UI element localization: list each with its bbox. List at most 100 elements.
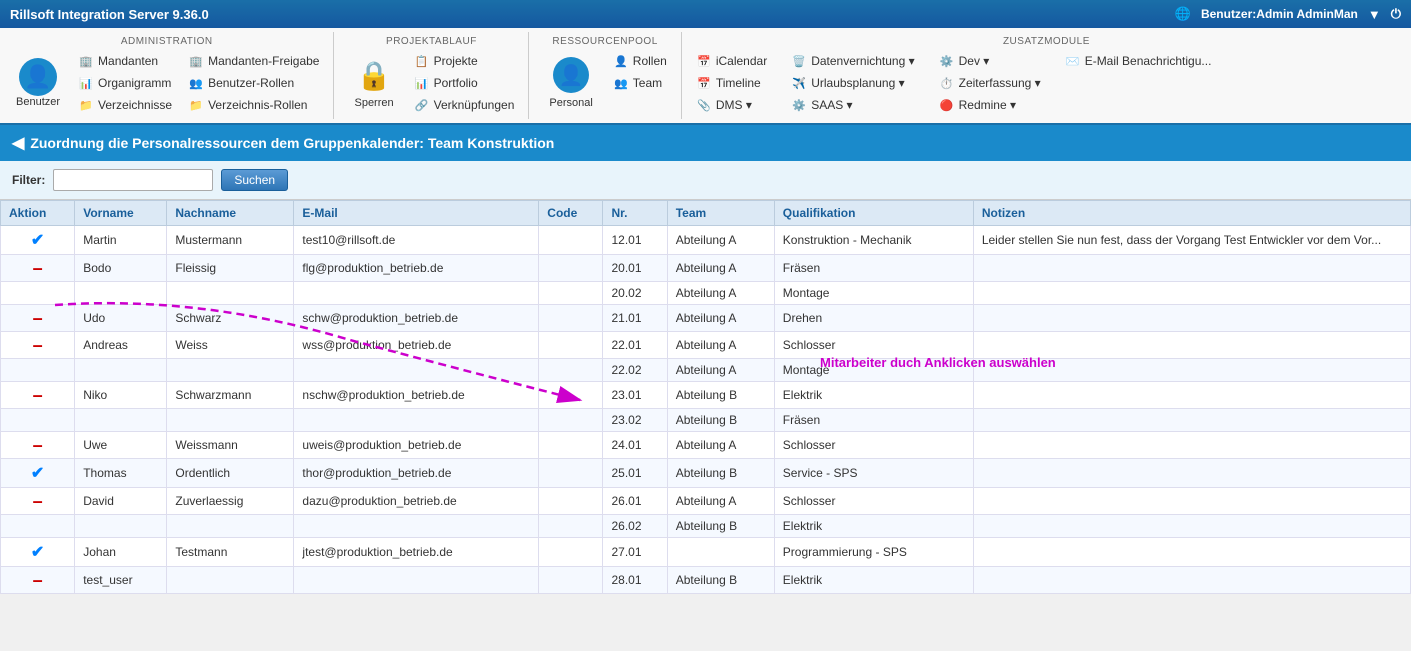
table-row[interactable]: –BodoFleissigflg@produktion_betrieb.de20… (1, 255, 1411, 282)
cell-code (539, 226, 603, 255)
cell-nachname: Testmann (167, 538, 294, 567)
power-button[interactable]: ⏻ (1391, 6, 1401, 22)
cell-nachname: Schwarz (167, 305, 294, 332)
table-row[interactable]: ✔JohanTestmannjtest@produktion_betrieb.d… (1, 538, 1411, 567)
mandanten-button[interactable]: 🏢 Mandanten (74, 51, 176, 71)
personal-button[interactable]: 👤 Personal (539, 51, 602, 115)
back-icon[interactable]: ◀ (12, 133, 24, 153)
table-row[interactable]: ✔MartinMustermanntest10@rillsoft.de12.01… (1, 226, 1411, 255)
cell-nr: 27.01 (603, 538, 667, 567)
table-row[interactable]: 26.02Abteilung BElektrik (1, 515, 1411, 538)
filter-input[interactable] (53, 169, 213, 191)
cell-aktion[interactable]: – (1, 305, 75, 332)
saas-button[interactable]: ⚙️ SAAS ▾ (787, 95, 918, 115)
benutzer-rollen-button[interactable]: 👥 Benutzer-Rollen (184, 73, 323, 93)
data-table: Aktion Vorname Nachname E-Mail Code Nr. … (0, 200, 1411, 594)
table-row[interactable]: –UweWeissmannuweis@produktion_betrieb.de… (1, 432, 1411, 459)
cell-nachname: Zuverlaessig (167, 488, 294, 515)
cell-nachname: Schwarzmann (167, 382, 294, 409)
dev-button[interactable]: ⚙️ Dev ▾ (935, 51, 1045, 71)
cell-nr: 25.01 (603, 459, 667, 488)
cell-aktion[interactable]: ✔ (1, 459, 75, 488)
table-row[interactable]: –AndreasWeisswss@produktion_betrieb.de22… (1, 332, 1411, 359)
cell-notizen (973, 567, 1410, 594)
verzeichnis-rollen-icon: 📁 (188, 97, 204, 113)
cell-aktion[interactable]: – (1, 332, 75, 359)
organigramm-icon: 📊 (78, 75, 94, 91)
verknuepfungen-label: Verknüpfungen (434, 98, 515, 112)
minus-icon: – (33, 258, 43, 278)
top-bar-right: 🌐 Benutzer:Admin AdminMan ▼ ⏻ (1175, 6, 1401, 22)
col-qualifikation: Qualifikation (774, 201, 973, 226)
verzeichnis-rollen-button[interactable]: 📁 Verzeichnis-Rollen (184, 95, 323, 115)
mandanten-label: Mandanten (98, 54, 158, 68)
organigramm-button[interactable]: 📊 Organigramm (74, 73, 176, 93)
cell-nr: 22.02 (603, 359, 667, 382)
cell-notizen (973, 515, 1410, 538)
projektablauf-section: PROJEKTABLAUF 🔒 Sperren 📋 Projekte 📊 Por… (334, 32, 529, 119)
projekte-button[interactable]: 📋 Projekte (410, 51, 519, 71)
table-row[interactable]: –DavidZuverlaessigdazu@produktion_betrie… (1, 488, 1411, 515)
mandanten-freigabe-button[interactable]: 🏢 Mandanten-Freigabe (184, 51, 323, 71)
verknuepfungen-button[interactable]: 🔗 Verknüpfungen (410, 95, 519, 115)
cell-nr: 21.01 (603, 305, 667, 332)
cell-aktion[interactable]: – (1, 432, 75, 459)
icalendar-button[interactable]: 📅 iCalendar (692, 51, 771, 71)
cell-aktion[interactable]: ✔ (1, 226, 75, 255)
sperren-button[interactable]: 🔒 Sperren (344, 51, 403, 115)
rollen-button[interactable]: 👤 Rollen (609, 51, 671, 71)
page-title: Zuordnung die Personalressourcen dem Gru… (30, 135, 554, 151)
ressourcenpool-section: RESSOURCENPOOL 👤 Personal 👤 Rollen 👥 Tea… (529, 32, 681, 119)
cell-nr: 20.02 (603, 282, 667, 305)
cell-nachname: Weiss (167, 332, 294, 359)
email-button[interactable]: ✉️ E-Mail Benachrichtigu... (1061, 51, 1216, 71)
cell-aktion[interactable]: – (1, 382, 75, 409)
table-row[interactable]: –NikoSchwarzmannnschw@produktion_betrieb… (1, 382, 1411, 409)
zusatz-col2: 🗑️ Datenvernichtung ▾ ✈️ Urlaubsplanung … (787, 51, 918, 115)
suchen-button[interactable]: Suchen (221, 169, 288, 191)
redmine-icon: 🔴 (939, 97, 955, 113)
team-button[interactable]: 👥 Team (609, 73, 671, 93)
timeline-button[interactable]: 📅 Timeline (692, 73, 771, 93)
cell-code (539, 409, 603, 432)
cell-qualifikation: Konstruktion - Mechanik (774, 226, 973, 255)
table-body: ✔MartinMustermanntest10@rillsoft.de12.01… (1, 226, 1411, 594)
verzeichnisse-button[interactable]: 📁 Verzeichnisse (74, 95, 176, 115)
zeiterfassung-button[interactable]: ⏱️ Zeiterfassung ▾ (935, 73, 1045, 93)
cell-aktion[interactable]: – (1, 488, 75, 515)
cell-aktion[interactable]: ✔ (1, 538, 75, 567)
cell-aktion[interactable] (1, 359, 75, 382)
cell-email (294, 515, 539, 538)
cell-aktion[interactable] (1, 515, 75, 538)
cell-code (539, 332, 603, 359)
cell-aktion[interactable] (1, 409, 75, 432)
table-row[interactable]: –UdoSchwarzschw@produktion_betrieb.de21.… (1, 305, 1411, 332)
table-row[interactable]: 20.02Abteilung AMontage (1, 282, 1411, 305)
table-row[interactable]: –test_user28.01Abteilung BElektrik (1, 567, 1411, 594)
datenvernichtung-button[interactable]: 🗑️ Datenvernichtung ▾ (787, 51, 918, 71)
cell-aktion[interactable] (1, 282, 75, 305)
dms-button[interactable]: 📎 DMS ▾ (692, 95, 771, 115)
user-dropdown-icon[interactable]: ▼ (1368, 7, 1381, 22)
rollen-label: Rollen (633, 54, 667, 68)
portfolio-button[interactable]: 📊 Portfolio (410, 73, 519, 93)
verzeichnis-rollen-label: Verzeichnis-Rollen (208, 98, 307, 112)
table-wrapper: Aktion Vorname Nachname E-Mail Code Nr. … (0, 200, 1411, 594)
rollen-icon: 👤 (613, 53, 629, 69)
user-label[interactable]: Benutzer:Admin AdminMan (1201, 7, 1358, 21)
redmine-button[interactable]: 🔴 Redmine ▾ (935, 95, 1045, 115)
table-row[interactable]: 23.02Abteilung BFräsen (1, 409, 1411, 432)
cell-aktion[interactable]: – (1, 255, 75, 282)
cell-aktion[interactable]: – (1, 567, 75, 594)
minus-icon: – (33, 308, 43, 328)
cell-code (539, 459, 603, 488)
urlaubsplanung-button[interactable]: ✈️ Urlaubsplanung ▾ (787, 73, 918, 93)
dev-label: Dev ▾ (959, 54, 990, 68)
table-row[interactable]: ✔ThomasOrdentlichthor@produktion_betrieb… (1, 459, 1411, 488)
benutzer-button[interactable]: 👤 Benutzer (10, 51, 66, 115)
organigramm-label: Organigramm (98, 76, 171, 90)
cell-qualifikation: Schlosser (774, 432, 973, 459)
cell-team: Abteilung A (667, 255, 774, 282)
table-row[interactable]: 22.02Abteilung AMontage (1, 359, 1411, 382)
cell-qualifikation: Schlosser (774, 332, 973, 359)
